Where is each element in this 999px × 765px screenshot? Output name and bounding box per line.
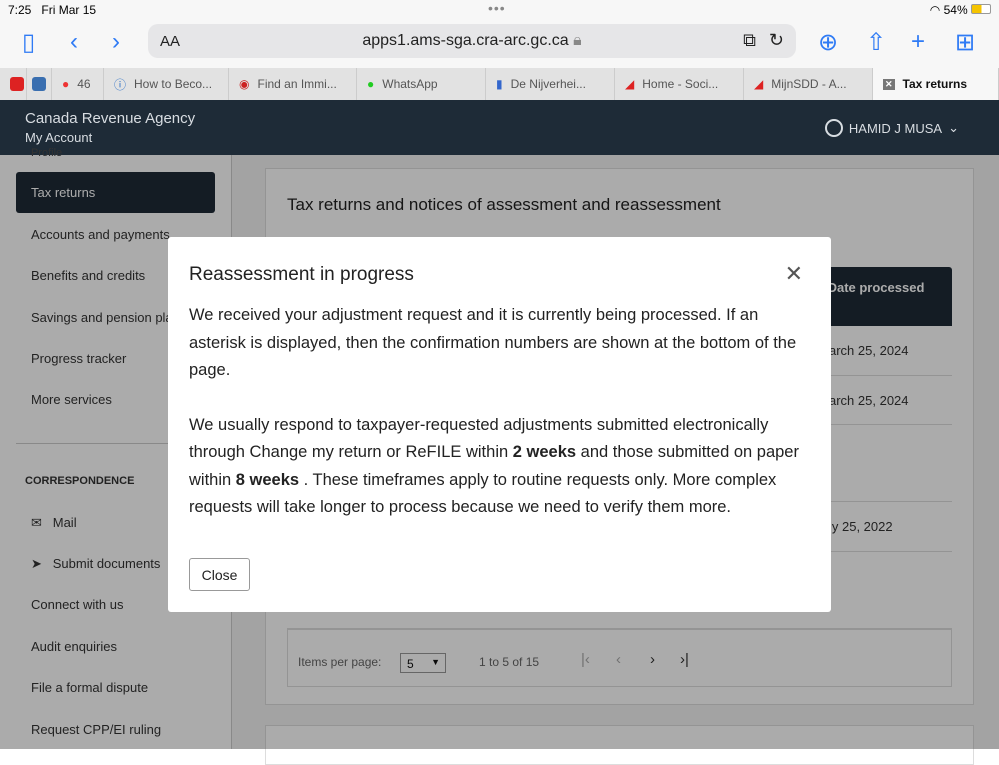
wifi-icon: ◠ (929, 3, 941, 17)
favicon (10, 77, 24, 91)
tab[interactable]: ⓘ How to Beco... (104, 68, 229, 100)
dialog-title: Reassessment in progress (189, 264, 414, 285)
url-text[interactable]: apps1.ams-sga.cra-arc.gc.ca 🔒︎ (148, 32, 796, 50)
forward-icon[interactable]: › (112, 28, 120, 56)
back-icon[interactable]: ‹ (70, 28, 78, 56)
whatsapp-icon: ● (367, 77, 375, 91)
browser-toolbar: ▯ ‹ › AA apps1.ams-sga.cra-arc.gc.ca 🔒︎ … (0, 22, 999, 68)
info-icon: ⓘ (114, 77, 127, 92)
clock: 7:25 Fri Mar 15 (8, 3, 97, 17)
tab-overview-icon[interactable]: ⊞ (955, 28, 975, 57)
maple-icon: ◉ (239, 77, 250, 91)
close-tab-icon[interactable]: ✕ (883, 78, 895, 90)
dialog-body: We received your adjustment request and … (189, 302, 819, 522)
tab[interactable]: ◢ MijnSDD - A... (744, 68, 873, 100)
download-icon[interactable]: ⊕ (818, 28, 838, 57)
tab[interactable]: ▮ De Nijverhei... (486, 68, 615, 100)
chevron-down-icon: ⌄ (948, 120, 959, 135)
dialog-paragraph: We received your adjustment request and … (189, 306, 797, 379)
dialog-paragraph: We usually respond to taxpayer-requested… (189, 415, 799, 517)
tab[interactable]: ◉ Find an Immi... (229, 68, 357, 100)
battery-icon (971, 4, 991, 14)
account-name: My Account (25, 130, 93, 145)
share-icon[interactable]: ⇧ (866, 28, 886, 57)
svb-icon: ◢ (754, 77, 764, 91)
reload-icon[interactable]: ↻ (769, 30, 784, 51)
chart-icon: ▮ (496, 77, 503, 91)
extension-icon[interactable]: ⧉ (743, 30, 756, 51)
battery: ◠ 54% (930, 3, 991, 17)
user-icon (824, 119, 843, 137)
multitask-dots[interactable]: ••• (488, 0, 506, 16)
tab[interactable] (27, 68, 52, 100)
user-menu[interactable]: HAMID J MUSA ⌄ (824, 119, 959, 137)
address-bar[interactable]: AA apps1.ams-sga.cra-arc.gc.ca 🔒︎ ⧉ ↻ (148, 24, 796, 58)
favicon (32, 77, 46, 91)
reassessment-dialog: Reassessment in progress ✕ We received y… (168, 237, 831, 612)
tab[interactable]: ● WhatsApp (357, 68, 486, 100)
close-button[interactable]: Close (189, 558, 250, 591)
sidebar-icon[interactable]: ▯ (22, 28, 35, 57)
site-header: Canada Revenue Agency My Account HAMID J… (0, 100, 999, 155)
tab[interactable]: ● 46 (52, 68, 104, 100)
status-bar: 7:25 Fri Mar 15 ••• ◠ 54% (0, 0, 999, 22)
agency-name[interactable]: Canada Revenue Agency (25, 110, 195, 127)
tab[interactable]: ◢ Home - Soci... (615, 68, 744, 100)
tab-active[interactable]: ✕ Tax returns (873, 68, 999, 100)
tab-bar: ● 46 ⓘ How to Beco... ◉ Find an Immi... ● Wh… (0, 68, 999, 100)
tab[interactable] (0, 68, 27, 100)
maps-icon: ● (62, 77, 70, 91)
close-icon[interactable]: ✕ (785, 261, 803, 287)
lock-icon: 🔒︎ (573, 32, 582, 49)
new-tab-icon[interactable]: + (911, 28, 925, 56)
svb-icon: ◢ (625, 77, 635, 91)
